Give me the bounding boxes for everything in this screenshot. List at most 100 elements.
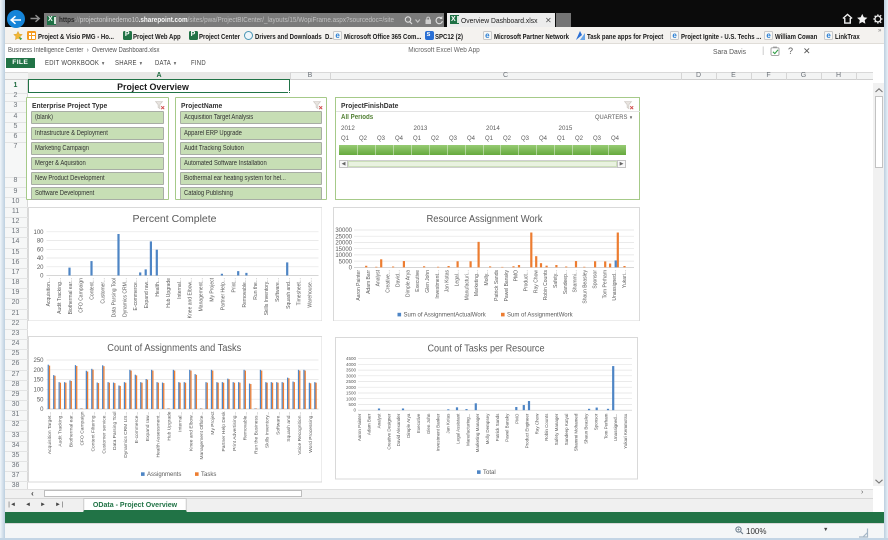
svg-text:CFO Campaign: CFO Campaign <box>79 411 85 445</box>
svg-text:20: 20 <box>36 264 43 270</box>
svg-text:Analyst: Analyst <box>377 413 382 429</box>
svg-text:Expand raw...: Expand raw... <box>144 412 150 442</box>
svg-text:Legal...: Legal... <box>455 270 461 286</box>
svg-text:Creative...: Creative... <box>386 270 392 293</box>
svg-text:Creative Designer: Creative Designer <box>386 413 391 450</box>
svg-text:David...: David... <box>395 270 401 287</box>
svg-text:PMO: PMO <box>514 269 520 281</box>
svg-text:Management...: Management... <box>198 278 204 311</box>
svg-text:Total: Total <box>483 470 496 476</box>
svg-text:Shammi...: Shammi... <box>573 270 579 293</box>
svg-text:Safety...: Safety... <box>553 270 559 288</box>
svg-text:Investment...: Investment... <box>435 270 441 299</box>
svg-text:Print Advertising...: Print Advertising... <box>231 412 237 451</box>
svg-text:Run the...: Run the... <box>253 278 259 300</box>
svg-text:Marketing Manager: Marketing Manager <box>475 413 480 452</box>
svg-text:Dimple Arya: Dimple Arya <box>406 413 411 438</box>
svg-text:Health Assessment...: Health Assessment... <box>155 412 161 458</box>
svg-text:Audit Tracking...: Audit Tracking... <box>57 412 63 447</box>
svg-text:Customer service...: Customer service... <box>101 412 107 454</box>
svg-text:Acquisition Target...: Acquisition Target... <box>46 412 52 455</box>
svg-text:Management Offsite...: Management Offsite... <box>199 412 205 460</box>
svg-text:1500: 1500 <box>346 391 357 396</box>
svg-text:Hub Upgrade: Hub Upgrade <box>165 277 171 307</box>
svg-text:500: 500 <box>348 402 356 407</box>
svg-text:E-commerce...: E-commerce... <box>133 412 139 444</box>
svg-text:Sum of AssignmentActualWork: Sum of AssignmentActualWork <box>404 312 487 318</box>
svg-text:Sum of AssignmentWork: Sum of AssignmentWork <box>507 312 574 318</box>
svg-text:Word Processing...: Word Processing... <box>307 412 313 453</box>
svg-text:20000: 20000 <box>335 240 352 246</box>
svg-text:150: 150 <box>33 378 44 384</box>
svg-text:Safety Manager: Safety Manager <box>554 413 559 445</box>
svg-text:CFO Campaign: CFO Campaign <box>78 277 84 312</box>
svg-text:Run the Business...: Run the Business... <box>253 412 259 454</box>
svg-text:Partner Help Desk: Partner Help Desk <box>220 411 226 452</box>
svg-text:Ray Chow: Ray Chow <box>534 413 539 435</box>
svg-text:80: 80 <box>36 238 43 244</box>
svg-text:Unassigned...: Unassigned... <box>612 270 618 301</box>
svg-text:Manufacturing...: Manufacturing... <box>465 414 470 446</box>
svg-text:Sponsor: Sponsor <box>593 413 598 430</box>
svg-text:Product Engineer: Product Engineer <box>524 413 529 448</box>
svg-text:Pawel Bansky: Pawel Bansky <box>505 413 510 442</box>
svg-text:Unassigned...: Unassigned... <box>613 414 618 442</box>
svg-text:Skills Inventory...: Skills Inventory... <box>264 412 270 449</box>
svg-text:PMO: PMO <box>515 413 520 424</box>
svg-text:Product...: Product... <box>523 270 529 291</box>
svg-text:Molly...: Molly... <box>484 270 490 285</box>
svg-text:1000: 1000 <box>346 396 357 401</box>
svg-text:Skills Inventory...: Skills Inventory... <box>264 278 270 315</box>
svg-text:Aaron Painter: Aaron Painter <box>357 413 362 441</box>
svg-text:Warehouse...: Warehouse... <box>307 278 313 308</box>
svg-text:Jan Kotas: Jan Kotas <box>445 269 451 292</box>
svg-text:2000: 2000 <box>346 385 357 390</box>
svg-text:My Project: My Project <box>210 411 216 435</box>
svg-text:Squash and...: Squash and... <box>285 278 291 309</box>
svg-text:Aaron Painter: Aaron Painter <box>356 269 362 300</box>
svg-text:Marketing...: Marketing... <box>474 270 480 296</box>
svg-text:Hub Upgrade: Hub Upgrade <box>166 411 172 440</box>
svg-text:Sandeep...: Sandeep... <box>563 270 569 294</box>
svg-text:Dynamics CRM...: Dynamics CRM... <box>122 278 128 317</box>
svg-text:Content Filtering...: Content Filtering... <box>90 412 96 452</box>
svg-text:60: 60 <box>36 247 43 253</box>
svg-text:Health...: Health... <box>155 278 161 297</box>
svg-text:Percent Complete: Percent Complete <box>132 213 216 224</box>
svg-text:Removable...: Removable... <box>242 278 248 307</box>
svg-text:Glen John: Glen John <box>425 269 431 292</box>
svg-text:Print...: Print... <box>231 278 237 292</box>
svg-text:Count of Assignments and Tasks: Count of Assignments and Tasks <box>107 343 241 354</box>
svg-text:Acquisition...: Acquisition... <box>46 278 52 306</box>
svg-text:Resource Assignment Work: Resource Assignment Work <box>427 213 544 224</box>
svg-text:Yukari Kemmotsu: Yukari Kemmotsu <box>623 413 628 449</box>
svg-text:10000: 10000 <box>335 253 352 259</box>
svg-text:Executive: Executive <box>415 269 421 291</box>
svg-text:Audit Tracking...: Audit Tracking... <box>56 278 62 314</box>
svg-text:Ray Chow: Ray Chow <box>533 269 539 292</box>
svg-text:Biothermal ear...: Biothermal ear... <box>67 278 73 314</box>
svg-text:Voice Recognition...: Voice Recognition... <box>297 412 303 455</box>
svg-text:100: 100 <box>33 388 44 394</box>
svg-text:3500: 3500 <box>346 368 357 373</box>
svg-text:Tasks: Tasks <box>201 472 216 478</box>
svg-text:My Project: My Project <box>209 277 215 301</box>
svg-text:Assignments: Assignments <box>147 472 181 478</box>
svg-text:Manufacturi...: Manufacturi... <box>464 270 470 300</box>
svg-text:Adam Barr: Adam Barr <box>366 269 372 293</box>
svg-text:Legal Assistant: Legal Assistant <box>455 413 460 444</box>
svg-text:Data Parsing Tool: Data Parsing Tool <box>111 278 117 317</box>
svg-text:Timesheet...: Timesheet... <box>296 278 302 305</box>
svg-text:David Alexander: David Alexander <box>396 413 401 446</box>
svg-text:Expand raw...: Expand raw... <box>144 278 150 308</box>
svg-text:Dimple Arya: Dimple Arya <box>405 269 411 296</box>
svg-text:Count of Tasks per Resource: Count of Tasks per Resource <box>428 343 545 354</box>
svg-text:Jan Kotas: Jan Kotas <box>446 413 451 434</box>
svg-text:Adam Barr: Adam Barr <box>367 413 372 435</box>
svg-text:Removable...: Removable... <box>242 412 248 441</box>
svg-text:100: 100 <box>33 229 44 235</box>
svg-text:Analyst: Analyst <box>376 269 382 286</box>
svg-text:Glen John: Glen John <box>426 413 431 434</box>
svg-text:Biothermal ear...: Biothermal ear... <box>68 412 74 448</box>
svg-text:Data Parsing Tool: Data Parsing Tool <box>112 412 118 451</box>
